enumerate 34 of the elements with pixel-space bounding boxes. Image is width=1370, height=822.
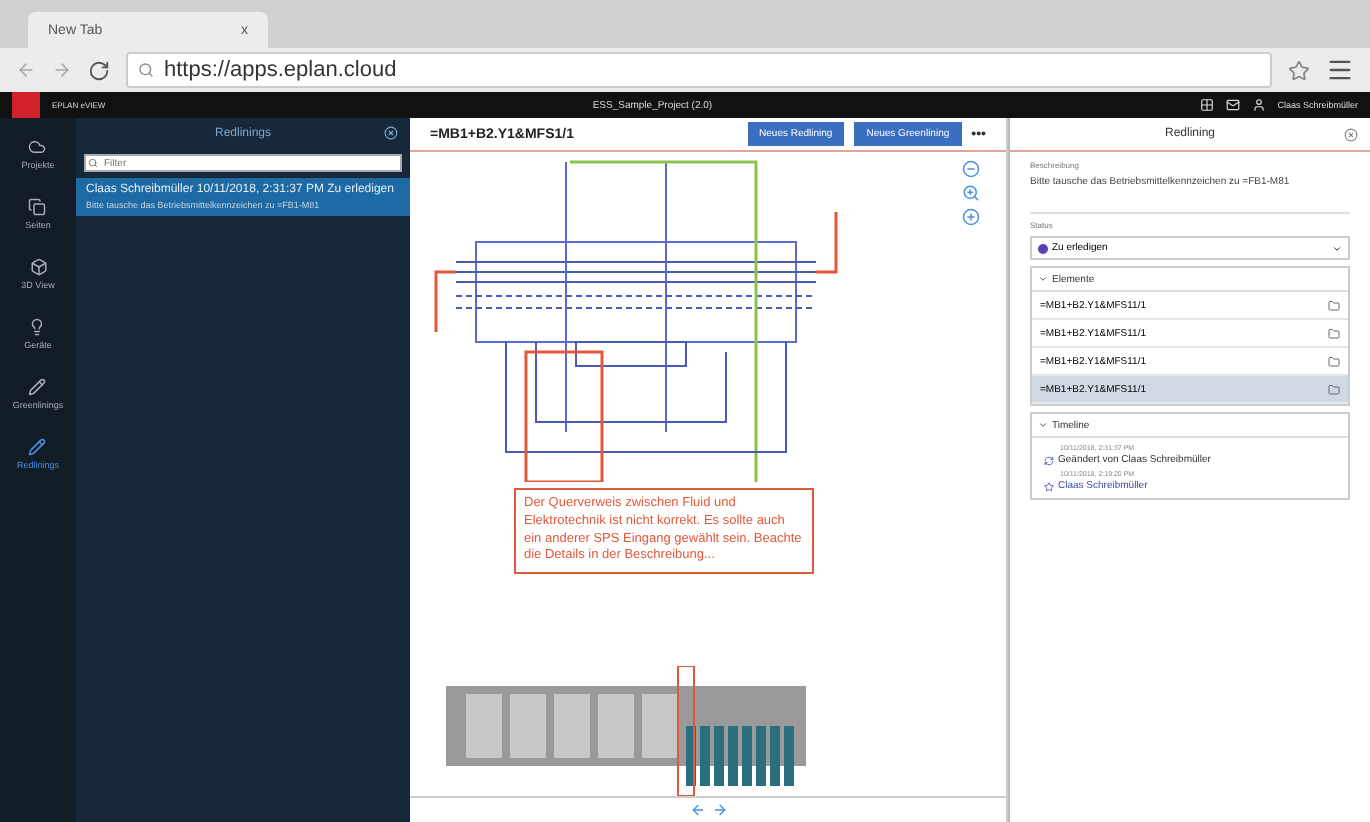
menu-icon[interactable] xyxy=(1326,56,1354,84)
folder-icon[interactable] xyxy=(1328,383,1340,395)
logo-icon xyxy=(12,92,40,118)
chevron-icon xyxy=(1038,420,1048,430)
zoom-icon[interactable] xyxy=(961,184,979,202)
timeline-icon xyxy=(1044,481,1054,491)
grid-icon[interactable] xyxy=(1199,98,1214,112)
previous-page-icon[interactable] xyxy=(689,802,705,818)
forward-icon[interactable] xyxy=(52,60,72,80)
mail-icon[interactable] xyxy=(1225,98,1240,112)
search-icon xyxy=(138,62,154,78)
zoom-in-icon[interactable] xyxy=(961,208,979,226)
bulb-icon xyxy=(28,318,47,336)
zoom-out-icon[interactable] xyxy=(961,160,979,178)
star-icon[interactable] xyxy=(1288,59,1310,81)
next-page-icon[interactable] xyxy=(711,802,727,818)
close-icon[interactable] xyxy=(384,126,398,140)
reload-icon[interactable] xyxy=(88,59,110,81)
cloud-icon xyxy=(28,138,47,156)
folder-icon[interactable] xyxy=(1328,299,1340,311)
address-field[interactable]: https://apps.eplan.cloud xyxy=(126,52,1272,88)
cube-icon xyxy=(29,258,47,276)
pages-icon xyxy=(28,198,47,216)
timeline-icon xyxy=(1044,455,1054,465)
user-icon[interactable] xyxy=(1251,98,1266,112)
folder-icon[interactable] xyxy=(1328,327,1340,339)
search-icon xyxy=(88,158,98,168)
pencil-icon xyxy=(28,438,47,456)
folder-icon[interactable] xyxy=(1328,355,1340,367)
back-icon[interactable] xyxy=(16,60,36,80)
caret-icon xyxy=(1332,243,1342,253)
close-icon[interactable] xyxy=(1344,127,1358,141)
pencil-icon xyxy=(28,378,47,396)
chevron-icon xyxy=(1038,274,1048,284)
